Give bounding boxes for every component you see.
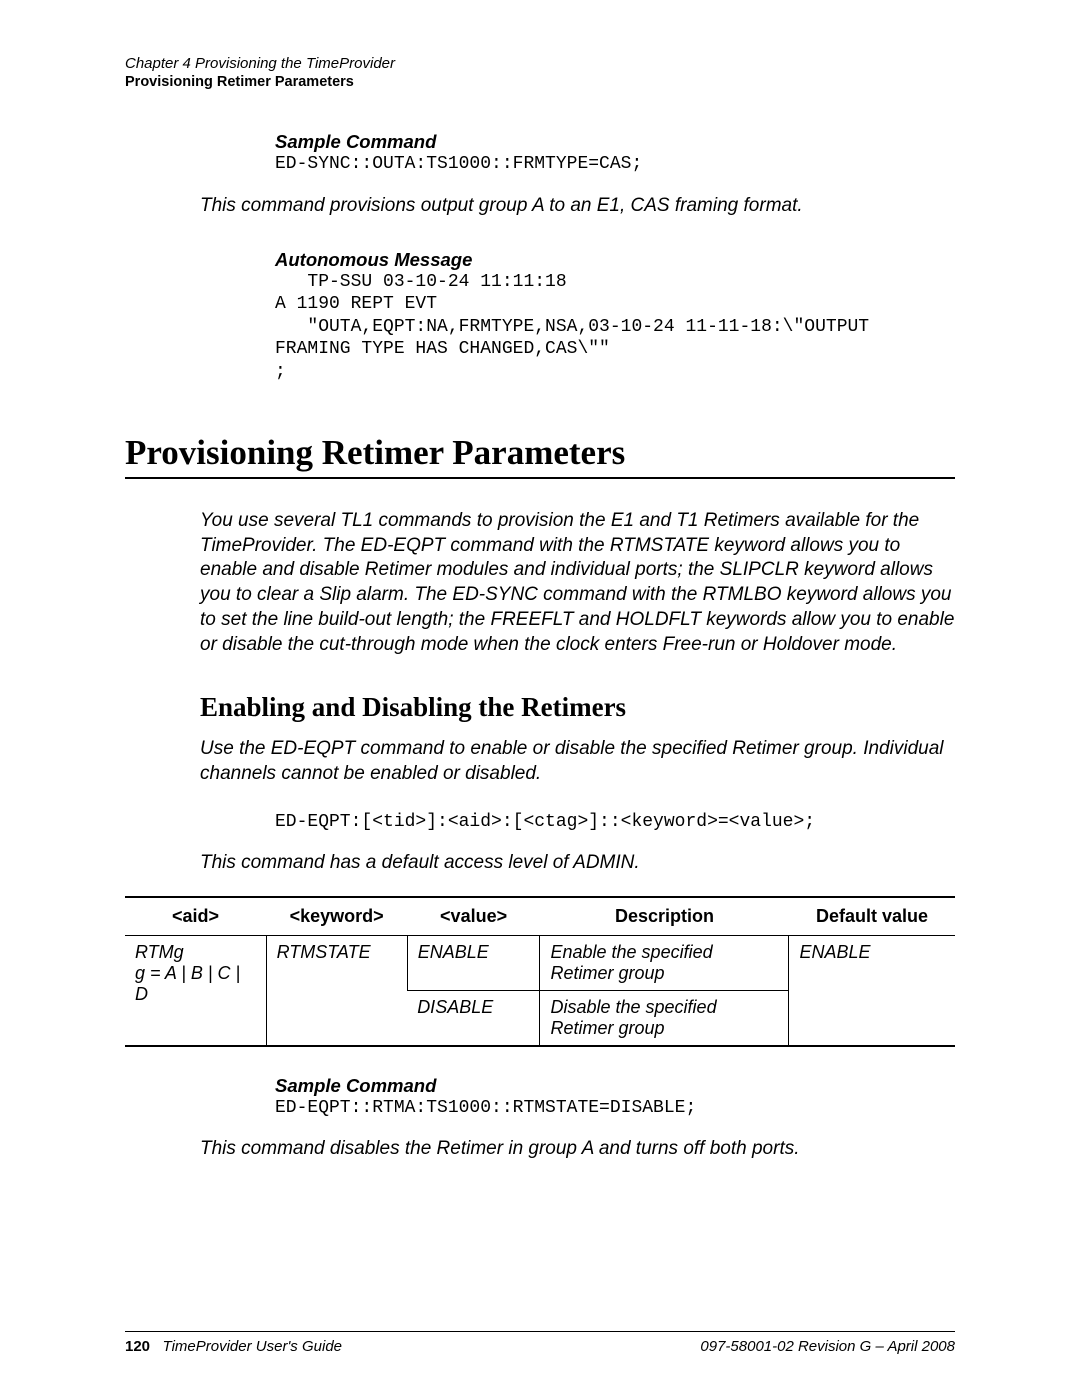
syntax-line: ED-EQPT:[<tid>]:<aid>:[<ctag>]::<keyword…	[275, 811, 955, 834]
th-value: <value>	[407, 897, 540, 936]
parameter-table: <aid> <keyword> <value> Description Defa…	[125, 896, 955, 1047]
sample-command-heading-2: Sample Command	[275, 1075, 955, 1097]
sample-command-heading-1: Sample Command	[275, 131, 955, 153]
section-heading: Provisioning Retimer Parameters	[125, 433, 955, 473]
sample-command-explain-1: This command provisions output group A t…	[200, 194, 955, 219]
cell-aid: RTMg g = A | B | C | D	[125, 935, 266, 1046]
running-header: Chapter 4 Provisioning the TimeProvider …	[125, 55, 955, 91]
cell-keyword: RTMSTATE	[266, 935, 407, 1046]
subsection-heading: Enabling and Disabling the Retimers	[200, 692, 955, 723]
autonomous-message-heading: Autonomous Message	[275, 249, 955, 271]
th-description: Description	[540, 897, 789, 936]
sample-command-code-1: ED-SYNC::OUTA:TS1000::FRMTYPE=CAS;	[275, 153, 955, 176]
page-footer: 120 TimeProvider User's Guide 097-58001-…	[125, 1331, 955, 1355]
section-rule	[125, 477, 955, 479]
footer-right: 097-58001-02 Revision G – April 2008	[700, 1338, 955, 1355]
cell-value-2: DISABLE	[407, 990, 540, 1046]
page: Chapter 4 Provisioning the TimeProvider …	[0, 0, 1080, 1397]
footer-left: 120 TimeProvider User's Guide	[125, 1338, 342, 1355]
cell-default: ENABLE	[789, 935, 955, 1046]
section-intro: You use several TL1 commands to provisio…	[200, 509, 955, 657]
subsection-p1: Use the ED-EQPT command to enable or dis…	[200, 737, 955, 786]
page-number: 120	[125, 1338, 150, 1355]
th-default: Default value	[789, 897, 955, 936]
cell-desc-1: Enable the specified Retimer group	[540, 935, 789, 990]
autonomous-message-code: TP-SSU 03-10-24 11:11:18 A 1190 REPT EVT…	[275, 271, 955, 384]
sample-command-explain-2: This command disables the Retimer in gro…	[200, 1137, 955, 1162]
subsection-p2: This command has a default access level …	[200, 851, 955, 876]
sample-command-code-2: ED-EQPT::RTMA:TS1000::RTMSTATE=DISABLE;	[275, 1097, 955, 1120]
table-row: RTMg g = A | B | C | D RTMSTATE ENABLE E…	[125, 935, 955, 990]
chapter-label: Chapter 4 Provisioning the TimeProvider	[125, 55, 395, 72]
cell-desc-2: Disable the specified Retimer group	[540, 990, 789, 1046]
cell-value-1: ENABLE	[407, 935, 540, 990]
section-label: Provisioning Retimer Parameters	[125, 74, 354, 90]
th-keyword: <keyword>	[266, 897, 407, 936]
table-header-row: <aid> <keyword> <value> Description Defa…	[125, 897, 955, 936]
footer-guide-title: TimeProvider User's Guide	[163, 1338, 342, 1355]
th-aid: <aid>	[125, 897, 266, 936]
